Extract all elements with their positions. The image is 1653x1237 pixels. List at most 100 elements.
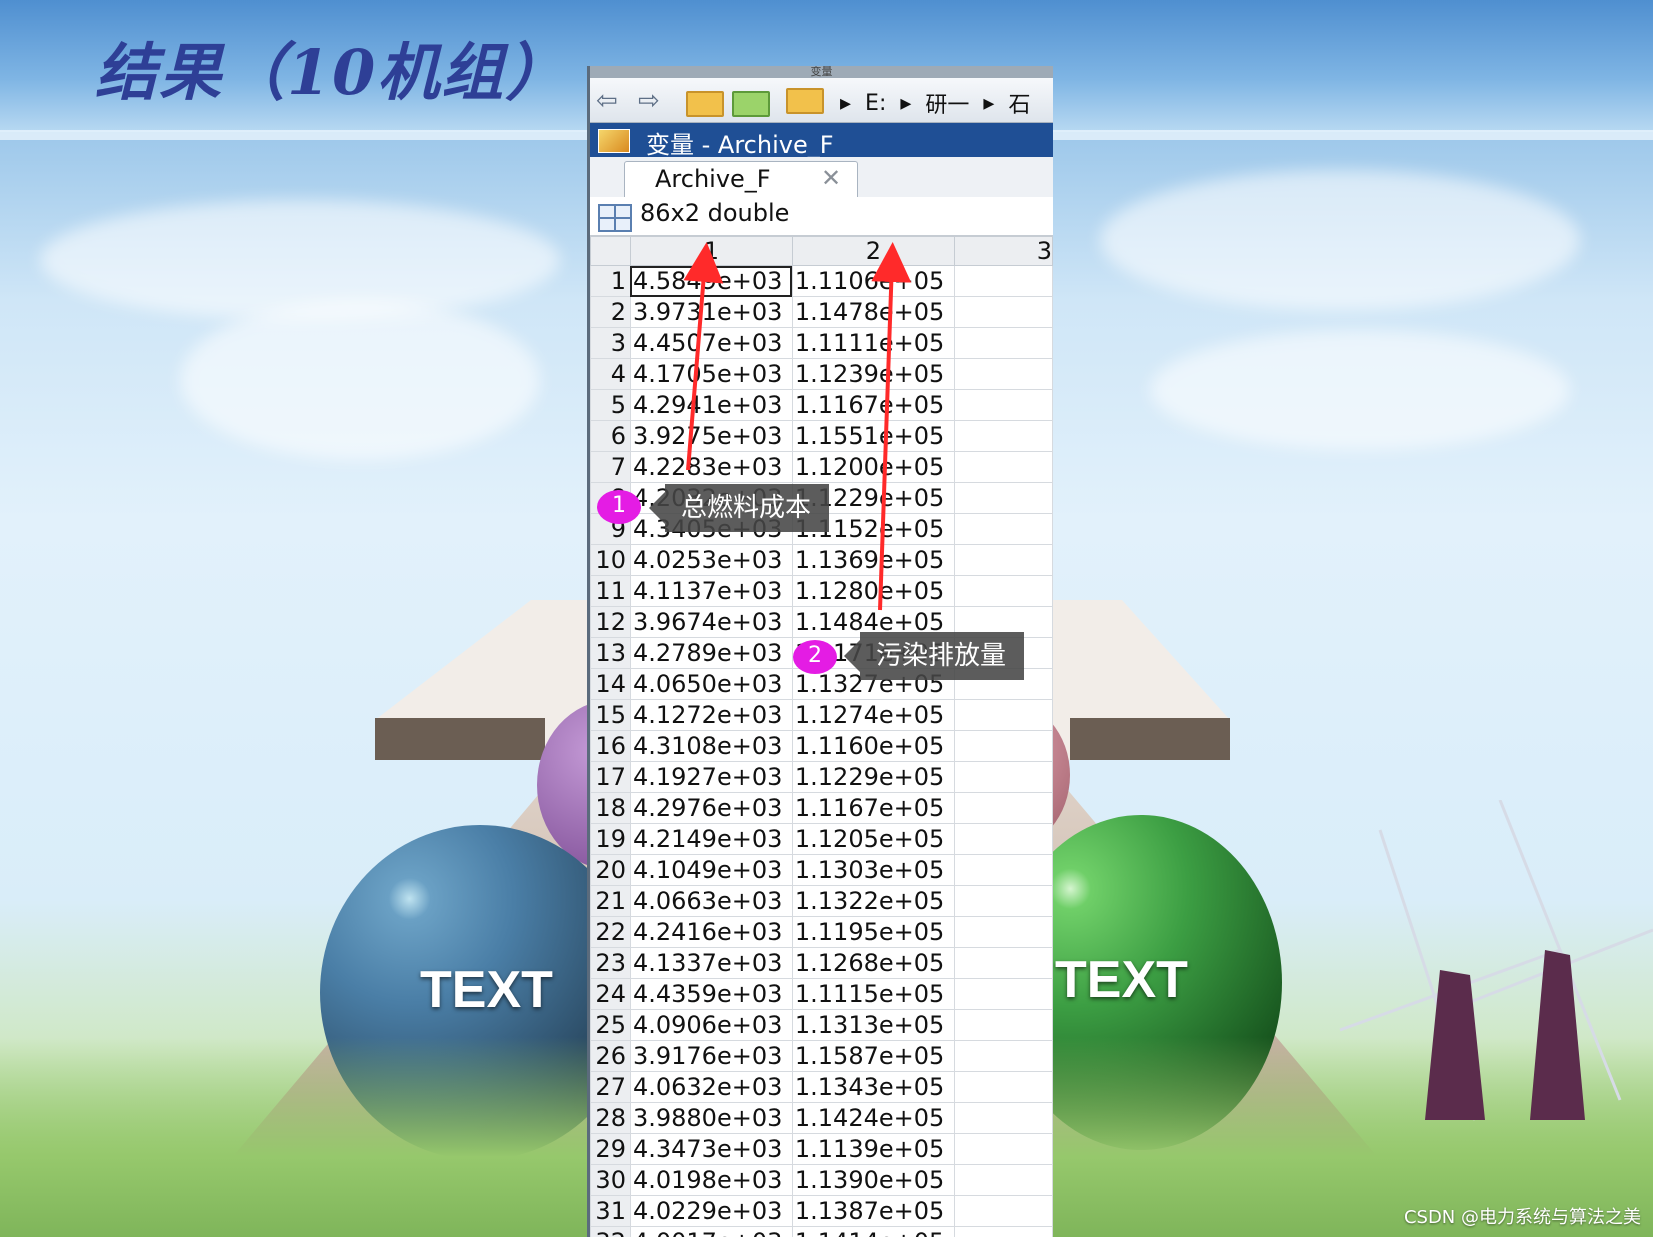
cell-col-1[interactable]: 4.0198e+03 [629, 1164, 793, 1196]
cell-col-2[interactable]: 1.1313e+05 [791, 1009, 955, 1041]
table-row: 24 4.4359e+03 1.1115e+05 [590, 978, 1053, 1010]
cell-col-1[interactable]: 3.9731e+03 [629, 296, 793, 328]
cell-col-1[interactable]: 4.0906e+03 [629, 1009, 793, 1041]
cell-col-1[interactable]: 4.2149e+03 [629, 823, 793, 855]
tab-archive-f[interactable]: Archive_F ✕ [624, 161, 858, 198]
forward-arrow-icon[interactable]: ⇨ [638, 86, 660, 116]
cell-col-3[interactable] [953, 1040, 1053, 1072]
cell-col-2[interactable]: 1.1478e+05 [791, 296, 955, 328]
cell-col-2[interactable]: 1.1111e+05 [791, 327, 955, 359]
cell-col-3[interactable] [953, 420, 1053, 452]
cell-col-1[interactable]: 3.9176e+03 [629, 1040, 793, 1072]
cell-col-1[interactable]: 4.4507e+03 [629, 327, 793, 359]
cell-col-2[interactable]: 1.1424e+05 [791, 1102, 955, 1134]
cell-col-2[interactable]: 1.1239e+05 [791, 358, 955, 390]
cell-col-3[interactable] [953, 1009, 1053, 1041]
cell-col-3[interactable] [953, 761, 1053, 793]
cell-col-3[interactable] [953, 1195, 1053, 1227]
cell-col-2[interactable]: 1.1369e+05 [791, 544, 955, 576]
cell-col-1[interactable]: 4.0253e+03 [629, 544, 793, 576]
column-header[interactable]: 3 [953, 236, 1053, 266]
cell-col-2[interactable]: 1.1414e+05 [791, 1226, 955, 1237]
cell-col-3[interactable] [953, 1102, 1053, 1134]
cell-col-1[interactable]: 4.1137e+03 [629, 575, 793, 607]
cell-col-2[interactable]: 1.1205e+05 [791, 823, 955, 855]
cell-col-1[interactable]: 4.0663e+03 [629, 885, 793, 917]
cell-col-2[interactable]: 1.1139e+05 [791, 1133, 955, 1165]
cell-col-2[interactable]: 1.1167e+05 [791, 792, 955, 824]
cell-col-3[interactable] [953, 792, 1053, 824]
cell-col-3[interactable] [953, 296, 1053, 328]
cell-col-2[interactable]: 1.1303e+05 [791, 854, 955, 886]
cell-col-2[interactable]: 1.1160e+05 [791, 730, 955, 762]
cell-col-2[interactable]: 1.1387e+05 [791, 1195, 955, 1227]
path-segment[interactable]: 研一 [925, 87, 969, 119]
cell-col-1[interactable]: 4.2416e+03 [629, 916, 793, 948]
cell-col-1[interactable]: 4.2941e+03 [629, 389, 793, 421]
cell-col-1[interactable]: 4.1705e+03 [629, 358, 793, 390]
cell-col-3[interactable] [953, 978, 1053, 1010]
up-folder-icon[interactable] [686, 91, 724, 117]
cell-col-2[interactable]: 1.1106e+05 [791, 265, 955, 297]
cell-col-3[interactable] [953, 265, 1053, 297]
cell-col-3[interactable] [953, 327, 1053, 359]
cell-col-3[interactable] [953, 575, 1053, 607]
cell-col-3[interactable] [953, 885, 1053, 917]
cell-col-2[interactable]: 1.1390e+05 [791, 1164, 955, 1196]
close-icon[interactable]: ✕ [821, 164, 841, 192]
cell-col-1[interactable]: 4.0017e+03 [629, 1226, 793, 1237]
cell-col-3[interactable] [953, 358, 1053, 390]
cell-col-2[interactable]: 1.1280e+05 [791, 575, 955, 607]
cell-col-3[interactable] [953, 947, 1053, 979]
cell-col-2[interactable]: 1.1195e+05 [791, 916, 955, 948]
cell-col-1[interactable]: 3.9880e+03 [629, 1102, 793, 1134]
cell-col-3[interactable] [953, 389, 1053, 421]
cell-col-2[interactable]: 1.1274e+05 [791, 699, 955, 731]
cell-col-1[interactable]: 4.1049e+03 [629, 854, 793, 886]
cell-col-1[interactable]: 4.0632e+03 [629, 1071, 793, 1103]
cell-col-3[interactable] [953, 699, 1053, 731]
cell-col-1[interactable]: 4.2789e+03 [629, 637, 793, 669]
cell-col-1[interactable]: 4.0650e+03 [629, 668, 793, 700]
path-segment[interactable]: E: [865, 91, 886, 116]
column-header[interactable]: 2 [791, 236, 955, 266]
cell-col-2[interactable]: 1.1322e+05 [791, 885, 955, 917]
cell-col-1[interactable]: 4.3473e+03 [629, 1133, 793, 1165]
cell-col-1[interactable]: 4.5849e+03 [629, 265, 793, 297]
address-path[interactable]: ▸ E: ▸ 研一 ▸ 石 [840, 87, 1053, 119]
cell-col-2[interactable]: 1.1268e+05 [791, 947, 955, 979]
column-header[interactable]: 1 [629, 236, 793, 266]
cell-col-1[interactable]: 4.2283e+03 [629, 451, 793, 483]
cell-col-2[interactable]: 1.1551e+05 [791, 420, 955, 452]
cell-col-3[interactable] [953, 482, 1053, 514]
cell-col-1[interactable]: 4.4359e+03 [629, 978, 793, 1010]
cell-col-2[interactable]: 1.1167e+05 [791, 389, 955, 421]
cell-col-2[interactable]: 1.1229e+05 [791, 761, 955, 793]
cell-col-1[interactable]: 4.1927e+03 [629, 761, 793, 793]
cell-col-3[interactable] [953, 1133, 1053, 1165]
cell-col-2[interactable]: 1.1343e+05 [791, 1071, 955, 1103]
cell-col-3[interactable] [953, 823, 1053, 855]
cell-col-2[interactable]: 1.1200e+05 [791, 451, 955, 483]
cell-col-3[interactable] [953, 916, 1053, 948]
cell-col-2[interactable]: 1.1587e+05 [791, 1040, 955, 1072]
cell-col-1[interactable]: 4.3108e+03 [629, 730, 793, 762]
cell-col-1[interactable]: 4.1272e+03 [629, 699, 793, 731]
path-segment[interactable]: 石 [1008, 87, 1030, 119]
cell-col-3[interactable] [953, 854, 1053, 886]
cell-col-3[interactable] [953, 1071, 1053, 1103]
cell-col-3[interactable] [953, 513, 1053, 545]
cell-col-3[interactable] [953, 730, 1053, 762]
cell-col-1[interactable]: 4.0229e+03 [629, 1195, 793, 1227]
cell-col-3[interactable] [953, 544, 1053, 576]
cell-col-1[interactable]: 4.1337e+03 [629, 947, 793, 979]
cell-col-2[interactable]: 1.1115e+05 [791, 978, 955, 1010]
cell-col-3[interactable] [953, 451, 1053, 483]
back-arrow-icon[interactable]: ⇦ [596, 86, 618, 116]
cell-col-1[interactable]: 3.9674e+03 [629, 606, 793, 638]
cell-col-3[interactable] [953, 1226, 1053, 1237]
cell-col-1[interactable]: 3.9275e+03 [629, 420, 793, 452]
browse-folder-icon[interactable] [732, 91, 770, 117]
cell-col-1[interactable]: 4.2976e+03 [629, 792, 793, 824]
cell-col-3[interactable] [953, 1164, 1053, 1196]
